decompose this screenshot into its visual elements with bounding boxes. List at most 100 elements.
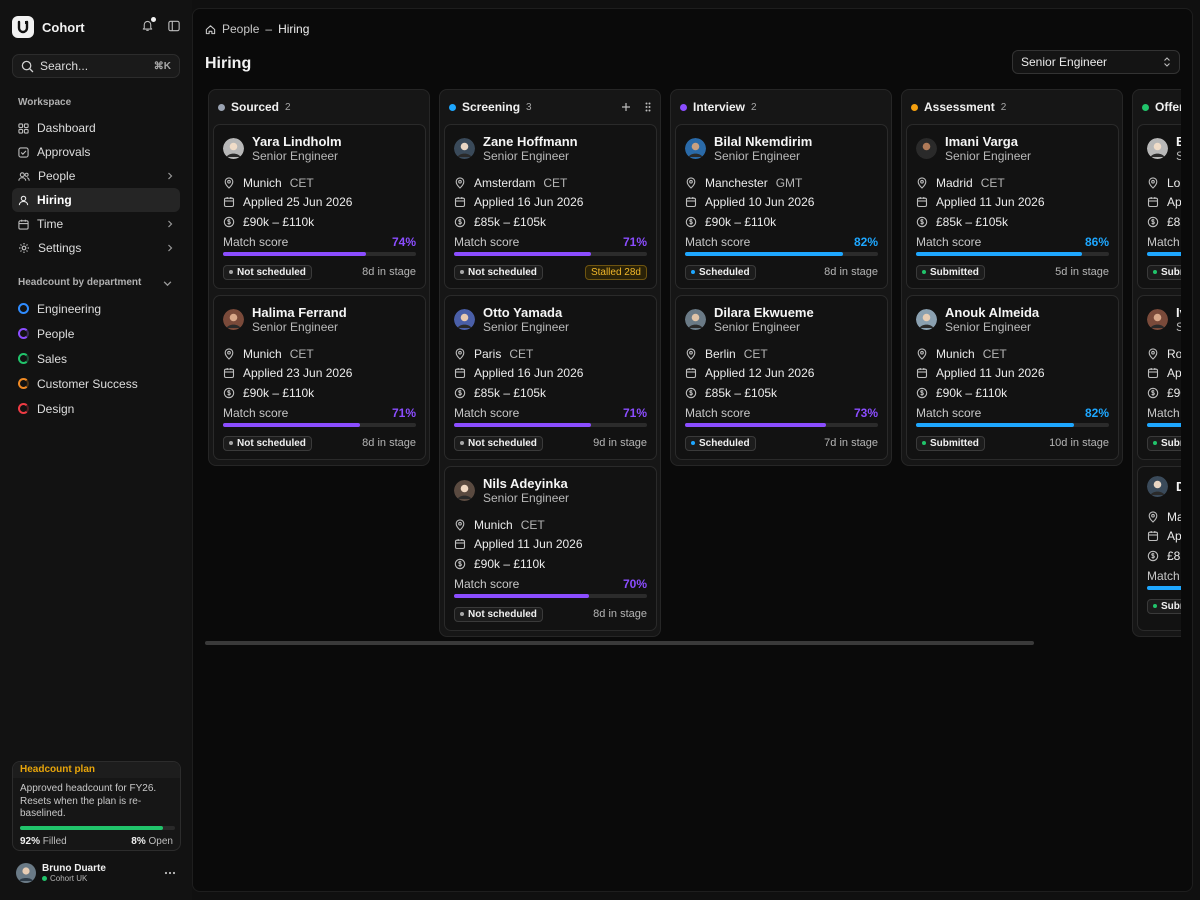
card-footer: Subm xyxy=(1147,264,1181,280)
department-item-sales[interactable]: Sales xyxy=(12,346,180,371)
status-dot xyxy=(1153,270,1157,274)
candidate-card[interactable]: Anouk Almeida Senior Engineer Munich CET App… xyxy=(906,295,1119,460)
candidate-card[interactable]: Bilal Nkemdirim Senior Engineer Manchester… xyxy=(675,124,888,289)
candidate-header: Yara Lindholm Senior Engineer xyxy=(223,134,416,163)
candidate-card[interactable]: Imani Varga Senior Engineer Madrid CET Appli… xyxy=(906,124,1119,289)
breadcrumb-root[interactable]: People xyxy=(222,22,259,36)
salary-row: £85k – £105k xyxy=(454,383,647,403)
column-header: Interview 2 xyxy=(675,90,887,124)
avatar xyxy=(454,309,475,330)
salary-row: £85k – £105k xyxy=(685,383,878,403)
candidate-card[interactable]: Halima Ferrand Senior Engineer Munich CET Ap… xyxy=(213,295,426,460)
match-score-bar xyxy=(1147,422,1181,427)
match-score-label: Match score xyxy=(454,405,520,420)
candidate-card[interactable]: Zane Hoffmann Senior Engineer Amsterdam CET… xyxy=(444,124,657,289)
column-interview: Interview 2 Bilal Nkemdirim Senior Engineer… xyxy=(670,89,892,466)
department-label: Sales xyxy=(37,351,68,366)
plus-icon[interactable] xyxy=(621,102,631,112)
days-in-stage: 8d in stage xyxy=(593,608,647,620)
plan-open: 8% Open xyxy=(131,836,173,847)
candidate-card[interactable]: D Mad App £85 Match s Subm xyxy=(1137,466,1181,631)
avatar xyxy=(223,138,244,159)
column-count: 2 xyxy=(285,101,291,113)
location-row: Rot xyxy=(1147,344,1181,364)
salary-range: £90k – £110k xyxy=(474,556,546,571)
candidate-timezone: CET xyxy=(520,517,545,532)
match-score-label: Match score xyxy=(454,576,520,591)
department-item-engineering[interactable]: Engineering xyxy=(12,296,180,321)
match-score-bar xyxy=(454,422,647,427)
card-footer: Submitted 5d in stage xyxy=(916,264,1109,280)
status-dot xyxy=(1153,604,1157,608)
department-item-design[interactable]: Design xyxy=(12,396,180,421)
horizontal-scrollbar[interactable] xyxy=(205,641,1034,645)
home-icon[interactable] xyxy=(205,24,216,35)
sidebar-top-actions xyxy=(141,17,180,32)
currency-icon xyxy=(454,387,466,398)
applied-date: Applied 16 Jun 2026 xyxy=(474,366,584,381)
chevron-down-icon[interactable] xyxy=(163,279,172,288)
currency-icon xyxy=(454,558,466,569)
sidebar-item-settings[interactable]: Settings xyxy=(12,236,180,260)
user-profile[interactable]: Bruno Duarte Cohort UK xyxy=(16,863,176,883)
department-item-people[interactable]: People xyxy=(12,321,180,346)
candidate-city: Paris xyxy=(474,346,502,361)
plan-open-pct: 8% xyxy=(131,836,146,847)
interview-status-label: Submitted xyxy=(930,266,979,278)
candidate-meta: Amsterdam CET Applied 16 Jun 2026 £85k – £1… xyxy=(454,173,647,232)
candidate-identity: Bilal Nkemdirim Senior Engineer xyxy=(714,134,812,163)
map-pin-icon xyxy=(1148,511,1158,523)
online-status-dot xyxy=(42,876,47,881)
notifications-button[interactable] xyxy=(141,17,156,32)
brand[interactable]: Cohort xyxy=(12,16,85,38)
candidate-card[interactable]: Dilara Ekwueme Senior Engineer Berlin CET Ap… xyxy=(675,295,888,460)
interview-status-label: Scheduled xyxy=(699,437,750,449)
sidebar-item-hiring[interactable]: Hiring xyxy=(12,188,180,212)
chevron-right-icon xyxy=(168,172,173,180)
sidebar-item-approvals[interactable]: Approvals xyxy=(12,140,180,164)
avatar xyxy=(916,309,937,330)
sidebar-item-people[interactable]: People xyxy=(12,164,180,188)
candidate-card[interactable]: Otto Yamada Senior Engineer Paris CET Applie… xyxy=(444,295,657,460)
candidate-meta: Lon App £85 xyxy=(1147,173,1181,232)
drag-handle-icon[interactable] xyxy=(645,102,651,112)
column-screening: Screening 3 Zane Hoffmann Senior Engineer Am… xyxy=(439,89,661,637)
more-horizontal-icon[interactable] xyxy=(164,871,176,875)
column-count: 2 xyxy=(751,101,757,113)
card-footer: Scheduled 8d in stage xyxy=(685,264,878,280)
candidate-card[interactable]: BS Lon App £85 Match s Subm xyxy=(1137,124,1181,289)
calendar-icon xyxy=(454,539,466,550)
sidebar-item-time[interactable]: Time xyxy=(12,212,180,236)
applied-date: Applied 10 Jun 2026 xyxy=(705,195,815,210)
plan-progress-fill xyxy=(20,826,163,830)
avatar xyxy=(1147,309,1168,330)
plan-open-label: Open xyxy=(148,836,173,847)
candidate-name: Imani Varga xyxy=(945,134,1018,149)
search-input[interactable]: Search... ⌘K xyxy=(12,54,180,78)
avatar xyxy=(1147,138,1168,159)
match-score-value: 70% xyxy=(622,576,647,591)
sidebar-item-dashboard[interactable]: Dashboard xyxy=(12,116,180,140)
candidate-card[interactable]: Nils Adeyinka Senior Engineer Munich CET App… xyxy=(444,466,657,631)
role-filter-select[interactable]: Senior Engineer xyxy=(1012,50,1180,74)
candidate-name: B xyxy=(1176,134,1181,149)
candidate-name: Iv xyxy=(1176,305,1181,320)
card-footer: Subm xyxy=(1147,435,1181,451)
currency-icon xyxy=(685,216,697,227)
calendar-icon xyxy=(454,197,466,208)
status-dot xyxy=(460,612,464,616)
candidate-card[interactable]: IvS Rot App £90 Match s Subm xyxy=(1137,295,1181,460)
applied-row: Applied 16 Jun 2026 xyxy=(454,364,647,384)
department-label: Design xyxy=(37,401,75,416)
match-score-fill xyxy=(916,422,1075,427)
location-row: Munich CET xyxy=(223,344,416,364)
interview-status-badge: Submitted xyxy=(916,435,985,451)
department-item-customer-success[interactable]: Customer Success xyxy=(12,371,180,396)
column-title: Sourced xyxy=(231,100,280,114)
interview-status-badge: Not scheduled xyxy=(223,264,312,280)
toggle-sidebar-button[interactable] xyxy=(168,20,180,32)
currency-icon xyxy=(1147,550,1159,561)
currency-icon xyxy=(454,216,466,227)
candidate-card[interactable]: Yara Lindholm Senior Engineer Munich CET App… xyxy=(213,124,426,289)
department-list: Engineering People Sales Customer Succes… xyxy=(12,296,180,421)
